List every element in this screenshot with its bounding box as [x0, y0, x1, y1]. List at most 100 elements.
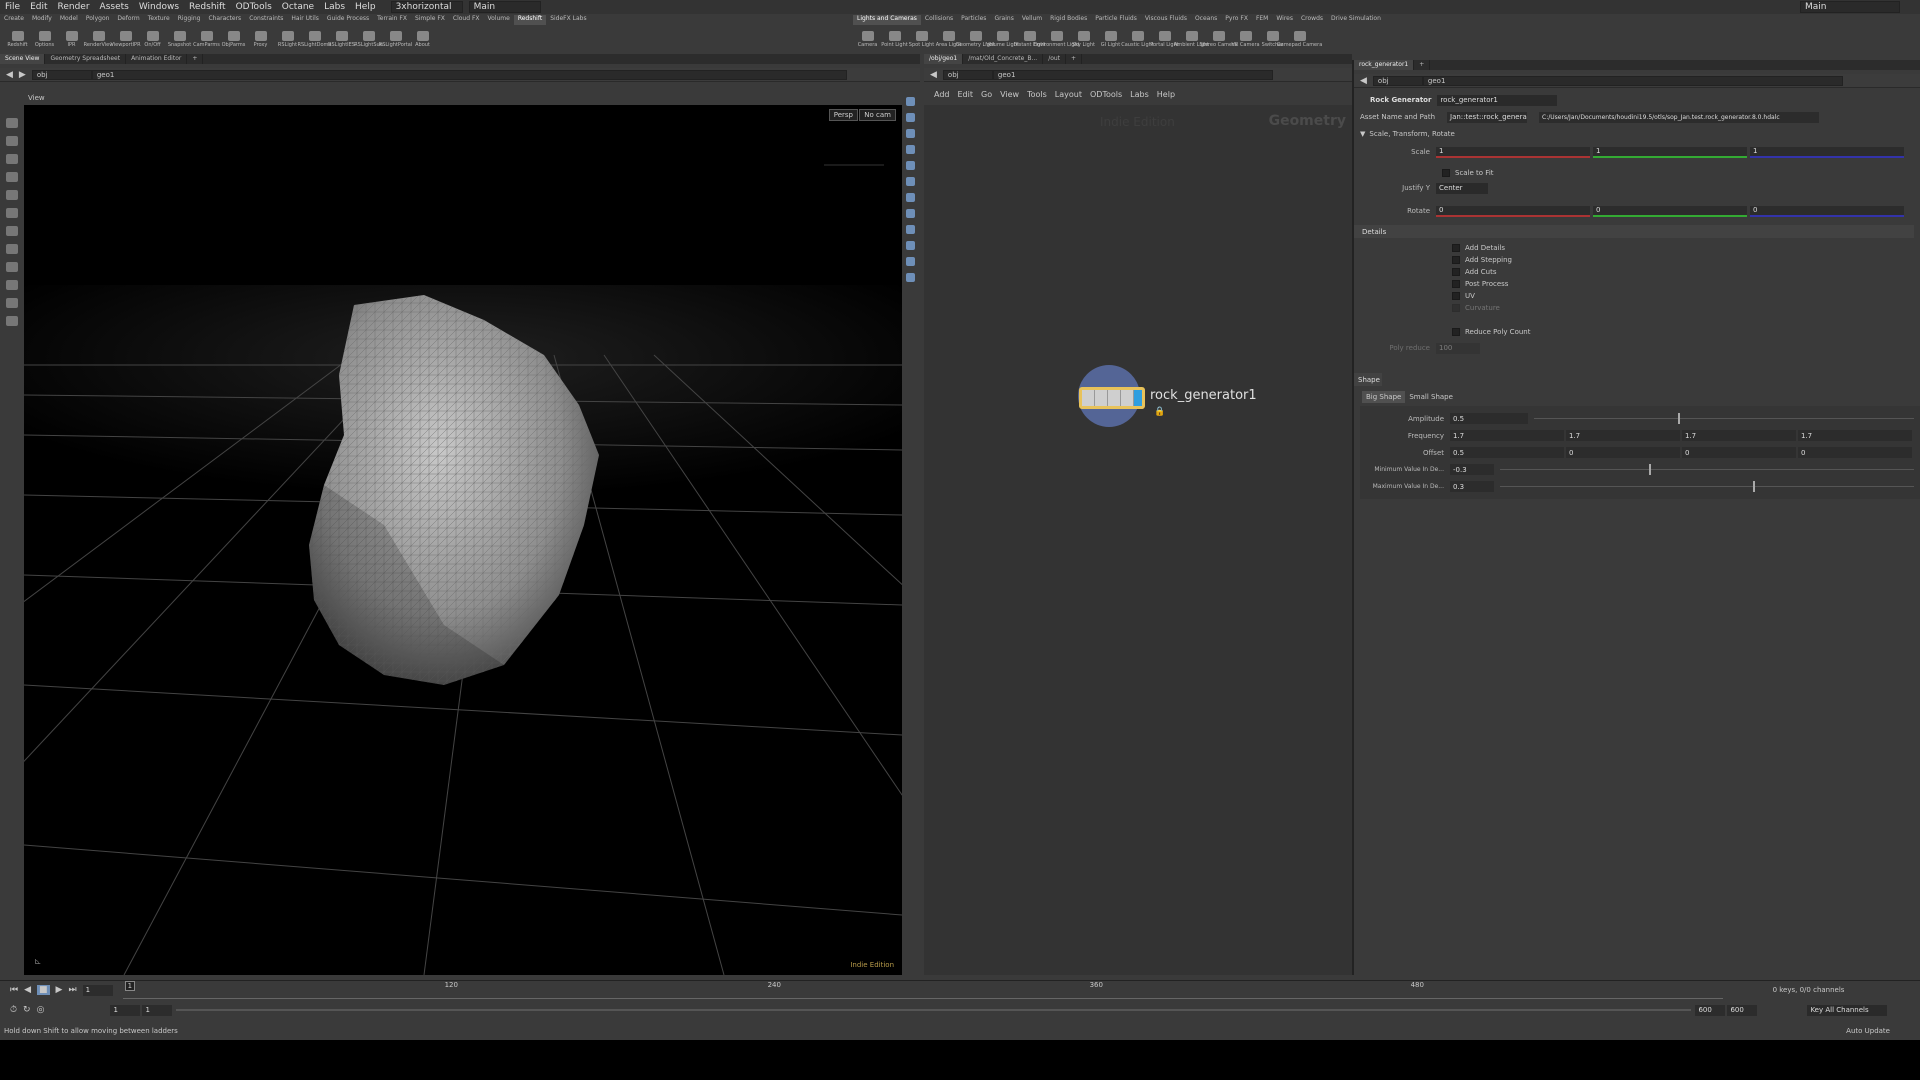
display-option-icon[interactable] — [906, 241, 915, 250]
network-menu-odtools[interactable]: ODTools — [1090, 90, 1122, 99]
display-option-icon[interactable] — [906, 193, 915, 202]
tab-out[interactable]: /out — [1043, 54, 1067, 64]
shelf-tab[interactable]: SideFX Labs — [546, 15, 590, 25]
add-details-checkbox[interactable] — [1452, 244, 1460, 252]
network-menu-layout[interactable]: Layout — [1055, 90, 1082, 99]
shelf-tool[interactable]: Stereo Camera — [1200, 30, 1237, 48]
node-name-field[interactable]: rock_generator1 — [1437, 94, 1558, 106]
menu-octane[interactable]: Octane — [277, 2, 319, 12]
select-tool-icon[interactable] — [6, 118, 18, 128]
shelf-tab[interactable]: Terrain FX — [373, 15, 411, 25]
frame-ruler[interactable]: 1 120 240 360 480 — [122, 981, 1723, 999]
shape-section[interactable]: Shape — [1354, 373, 1382, 386]
tab-rock-generator[interactable]: rock_generator1 — [1354, 60, 1415, 70]
asset-path-field[interactable]: C:/Users/Jan/Documents/houdini19.5/otls/… — [1539, 111, 1819, 123]
reduce-poly-checkbox[interactable] — [1452, 328, 1460, 336]
node-name-label[interactable]: rock_generator1 — [1150, 388, 1257, 403]
network-menu-view[interactable]: View — [1000, 90, 1019, 99]
path-geo1[interactable]: geo1 — [992, 69, 1273, 80]
min-slider-handle[interactable] — [1649, 464, 1652, 475]
shelf-tab[interactable]: Pyro FX — [1221, 15, 1252, 25]
display-option-icon[interactable] — [906, 113, 915, 122]
persp-menu[interactable]: Persp — [828, 109, 858, 121]
uv-checkbox[interactable] — [1452, 292, 1460, 300]
brush-tool-icon[interactable] — [6, 226, 18, 236]
shelf-tab[interactable]: Deform — [113, 15, 143, 25]
shelf-tab[interactable]: Grains — [990, 15, 1017, 25]
shelf-tab[interactable]: Vellum — [1018, 15, 1046, 25]
menu-edit[interactable]: Edit — [25, 2, 52, 12]
camera-tool-icon[interactable] — [6, 280, 18, 290]
path-geo1[interactable]: geo1 — [91, 69, 847, 80]
shelf-tab[interactable]: Oceans — [1191, 15, 1221, 25]
rotate-z-field[interactable]: 0 — [1750, 205, 1904, 217]
back-arrow-icon[interactable]: ◀ — [1360, 76, 1367, 86]
path-obj[interactable]: obj — [942, 69, 993, 80]
tab-scene-view[interactable]: Scene View — [0, 54, 46, 64]
handle-tool-icon[interactable] — [6, 190, 18, 200]
tab-mat[interactable]: /mat/Old_Concrete_B... — [963, 54, 1044, 64]
start-frame2-field[interactable]: 1 — [142, 1004, 173, 1016]
display-option-icon[interactable] — [906, 145, 915, 154]
shelf-tool[interactable]: Sky Light — [1070, 30, 1097, 48]
shelf-tool[interactable]: Point Light — [881, 30, 908, 48]
network-menu-labs[interactable]: Labs — [1130, 90, 1149, 99]
shelf-tab[interactable]: Crowds — [1297, 15, 1327, 25]
step-back-icon[interactable]: ◀ — [24, 985, 31, 995]
shelf-tool[interactable]: About — [409, 30, 436, 48]
shelf-tab[interactable]: Polygon — [82, 15, 114, 25]
max-slider-handle[interactable] — [1752, 481, 1755, 492]
shelf-tab[interactable]: Collisions — [921, 15, 957, 25]
shelf-tab[interactable]: Hair Utils — [287, 15, 322, 25]
shelf-tool[interactable]: IPR — [58, 30, 85, 48]
shelf-tab[interactable]: Particles — [957, 15, 990, 25]
offset-1-field[interactable]: 0.5 — [1450, 447, 1564, 458]
min-value-field[interactable]: -0.3 — [1450, 464, 1494, 475]
back-arrow-icon[interactable]: ◀ — [6, 70, 13, 80]
path-geo1[interactable]: geo1 — [1422, 75, 1843, 86]
frequency-4-field[interactable]: 1.7 — [1798, 430, 1912, 441]
shelf-tab[interactable]: Volume — [484, 15, 514, 25]
shelf-tool[interactable]: On/Off — [139, 30, 166, 48]
move-tool-icon[interactable] — [6, 136, 18, 146]
menu-windows[interactable]: Windows — [134, 2, 184, 12]
shelf-tool[interactable]: RSLightDome — [298, 30, 332, 48]
end-frame-field[interactable]: 600 — [1695, 1004, 1726, 1016]
justify-dropdown[interactable]: Center — [1436, 182, 1488, 194]
shelf-tool[interactable]: Proxy — [247, 30, 274, 48]
menu-file[interactable]: File — [0, 2, 25, 12]
offset-4-field[interactable]: 0 — [1798, 447, 1912, 458]
tab-big-shape[interactable]: Big Shape — [1362, 391, 1406, 403]
network-menu-help[interactable]: Help — [1157, 90, 1175, 99]
shelf-tab-lights[interactable]: Lights and Cameras — [853, 15, 921, 25]
tab-obj-geo1[interactable]: /obj/geo1 — [924, 54, 964, 64]
scale-x-field[interactable]: 1 — [1436, 146, 1590, 158]
start-frame-field[interactable]: 1 — [110, 1004, 141, 1016]
post-process-checkbox[interactable] — [1452, 280, 1460, 288]
shelf-tab[interactable]: Drive Simulation — [1327, 15, 1385, 25]
path-obj[interactable]: obj — [31, 69, 92, 80]
shelf-tool[interactable]: Snapshot — [166, 30, 193, 48]
key-all-channels-dropdown[interactable]: Key All Channels — [1807, 1004, 1888, 1016]
menu-redshift[interactable]: Redshift — [184, 2, 231, 12]
shelf-tool[interactable]: Redshift — [4, 30, 31, 48]
shelf-tool[interactable]: ObjParms — [220, 30, 247, 48]
network-menu-add[interactable]: Add — [934, 90, 950, 99]
jump-end-icon[interactable]: ⏭ — [68, 985, 76, 995]
display-option-icon[interactable] — [906, 257, 915, 266]
offset-2-field[interactable]: 0 — [1566, 447, 1680, 458]
shelf-tool[interactable]: RSLightIES — [328, 30, 355, 48]
shelf-tab-redshift[interactable]: Redshift — [513, 15, 547, 25]
scale-to-fit-checkbox[interactable] — [1442, 169, 1450, 177]
shelf-tool[interactable]: VR Camera — [1231, 30, 1260, 48]
network-menu-tools[interactable]: Tools — [1027, 90, 1047, 99]
rotate-y-field[interactable]: 0 — [1593, 205, 1747, 217]
shelf-tool[interactable]: Environment Light — [1034, 30, 1080, 48]
tab-animation-editor[interactable]: Animation Editor — [126, 54, 188, 64]
frequency-2-field[interactable]: 1.7 — [1566, 430, 1680, 441]
shelf-tab[interactable]: FEM — [1252, 15, 1272, 25]
shelf-tab[interactable]: Viscous Fluids — [1141, 15, 1191, 25]
path-obj[interactable]: obj — [1372, 75, 1423, 86]
snap-tool-icon[interactable] — [6, 244, 18, 254]
shelf-tab[interactable]: Particle Fluids — [1091, 15, 1141, 25]
